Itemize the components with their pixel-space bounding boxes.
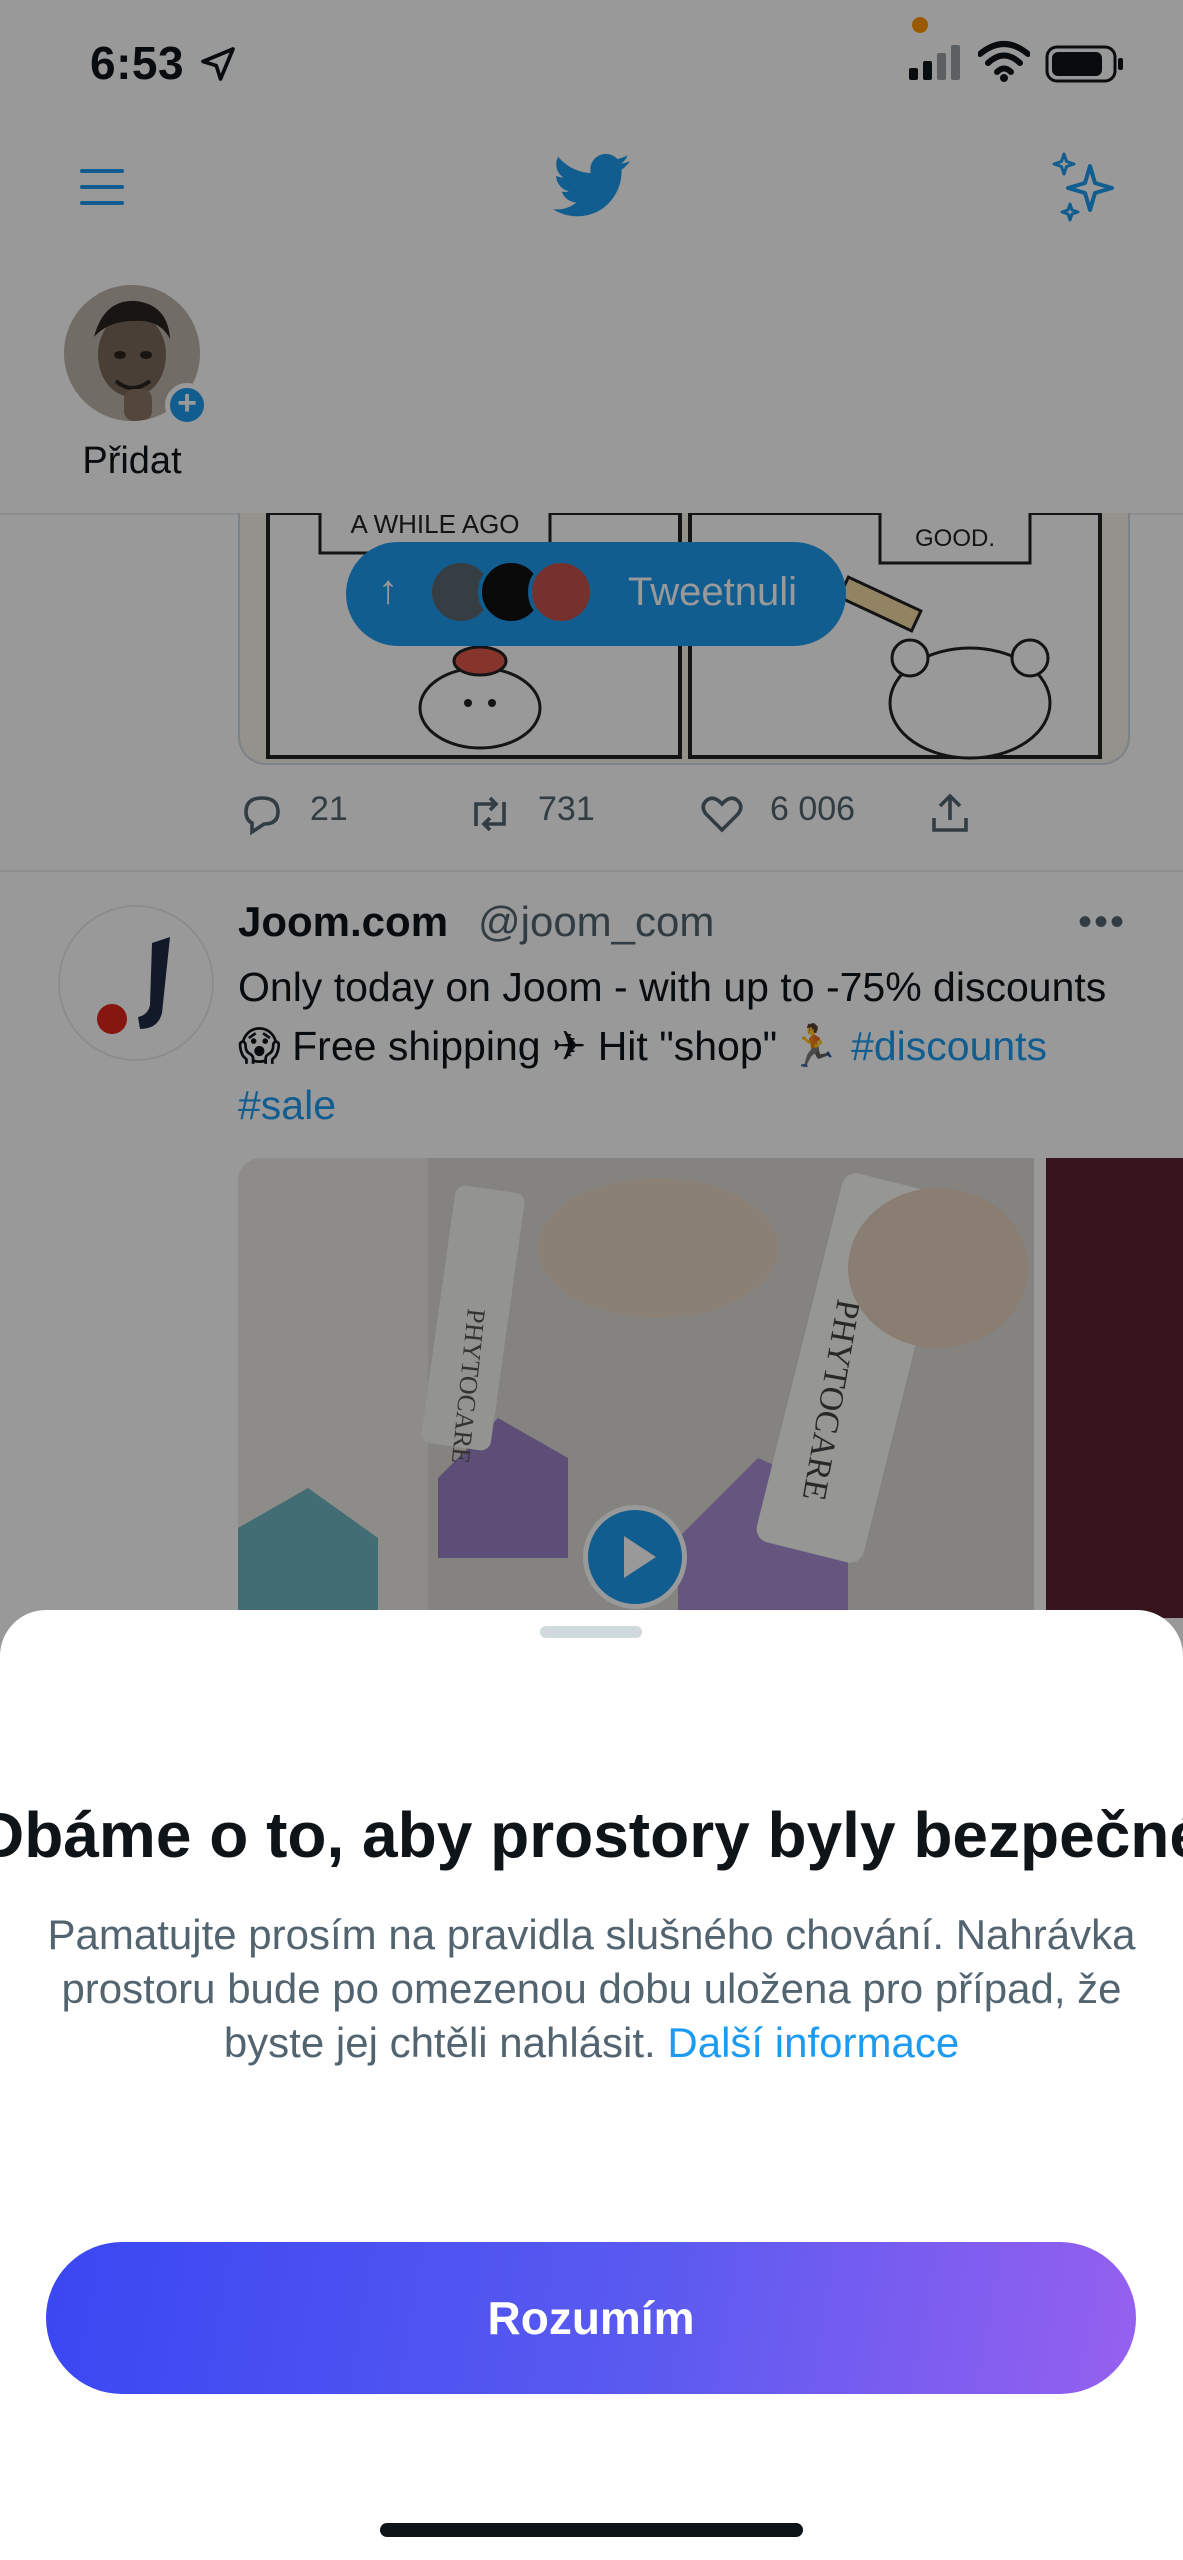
sheet-body: Pamatujte prosím na pravidla slušného ch… [40, 1908, 1143, 2070]
sheet-title: Dbáme o to, aby prostory byly bezpečné [0, 1799, 1183, 1871]
bottom-sheet [0, 1610, 1183, 2560]
sheet-grabber[interactable] [540, 1626, 642, 1638]
sheet-body-text: Pamatujte prosím na pravidla slušného ch… [47, 1911, 1136, 2066]
confirm-button[interactable]: Rozumím [46, 2242, 1136, 2394]
home-indicator[interactable] [380, 2523, 803, 2537]
learn-more-link[interactable]: Další informace [667, 2019, 959, 2066]
